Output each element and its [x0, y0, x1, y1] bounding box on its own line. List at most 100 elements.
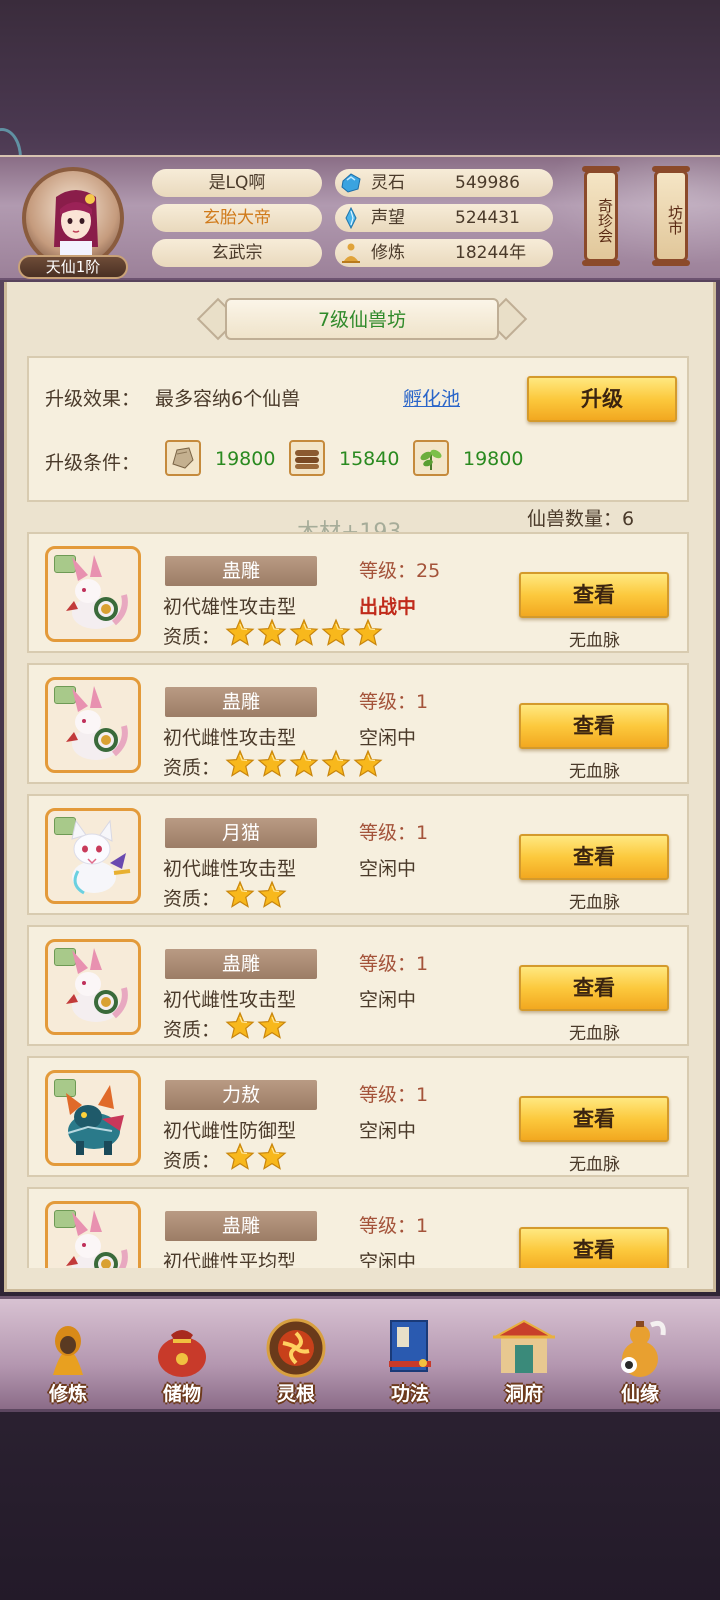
- beast-workshop-panel: 7级仙兽坊 升级效果： 最多容纳6个仙兽 孵化池 升级 升级条件： 19800 …: [4, 282, 716, 1292]
- stone-material-icon: [165, 440, 201, 476]
- pet-card[interactable]: 力敖 初代雌性防御型 资质： 等级：1 空闲中 查看 无血脉: [27, 1056, 689, 1177]
- nav-item-1[interactable]: 储物: [132, 1315, 232, 1411]
- pet-level: 等级：1: [359, 1084, 429, 1106]
- resource-value: 18244年: [455, 243, 527, 263]
- meditation-icon: [342, 243, 360, 263]
- panel-title: 7级仙兽坊: [225, 298, 499, 340]
- player-sect: 玄武宗: [152, 239, 322, 267]
- pet-card[interactable]: 蛊雕 初代雌性攻击型 资质： 等级：1 空闲中 查看 无血脉: [27, 925, 689, 1046]
- view-pet-button[interactable]: 查看: [519, 965, 669, 1011]
- nav-item-3[interactable]: 功法: [360, 1315, 460, 1411]
- pet-name: 蛊雕: [165, 556, 317, 586]
- nav-item-2[interactable]: 灵根: [246, 1315, 346, 1411]
- quality-stars: [225, 749, 385, 779]
- player-name: 是LQ啊: [152, 169, 322, 197]
- pet-status: 出战中: [359, 596, 417, 618]
- hooded-cultivator-icon: [33, 1315, 103, 1381]
- pet-status: 空闲中: [359, 989, 417, 1011]
- nav-item-0[interactable]: 修炼: [18, 1315, 118, 1411]
- pet-card[interactable]: 蛊雕 初代雌性攻击型 资质： 等级：1 空闲中 查看 无血脉: [27, 663, 689, 784]
- nav-label: 洞府: [504, 1383, 543, 1405]
- nav-label: 修炼: [48, 1383, 87, 1405]
- pet-card[interactable]: 蛊雕初代雌性平均型资质：等级：1空闲中查看: [27, 1187, 689, 1268]
- nav-label: 仙缘: [620, 1383, 659, 1405]
- bloodline-label: 无血脉: [569, 893, 620, 913]
- stone-material-amount: 19800: [215, 448, 276, 470]
- panel-title-banner: 7级仙兽坊: [196, 296, 528, 342]
- star-icon: [257, 880, 287, 910]
- quality-stars: [225, 1011, 289, 1041]
- technique-book-icon: [375, 1315, 445, 1381]
- spirit-root-orb-icon: [261, 1315, 331, 1381]
- pet-name: 力敖: [165, 1080, 317, 1110]
- upgrade-section: 升级效果： 最多容纳6个仙兽 孵化池 升级 升级条件： 19800 15840 …: [27, 356, 689, 502]
- gourd-fortune-icon: [605, 1315, 675, 1381]
- bloodline-label: 无血脉: [569, 762, 620, 782]
- pet-portrait[interactable]: [45, 939, 141, 1035]
- herb-material-amount: 19800: [463, 448, 524, 470]
- nav-item-4[interactable]: 洞府: [474, 1315, 574, 1411]
- star-icon: [321, 618, 351, 648]
- star-icon: [353, 749, 383, 779]
- upgrade-button[interactable]: 升级: [527, 376, 677, 422]
- resource-prestige: 声望 524431: [335, 204, 553, 232]
- view-pet-button[interactable]: 查看: [519, 572, 669, 618]
- star-icon: [289, 618, 319, 648]
- nav-item-5[interactable]: 仙缘: [590, 1315, 690, 1411]
- pet-portrait[interactable]: [45, 677, 141, 773]
- pet-portrait[interactable]: [45, 808, 141, 904]
- white-fox-beast-icon: [48, 551, 138, 639]
- wood-material-icon: [289, 440, 325, 476]
- view-pet-button[interactable]: 查看: [519, 1096, 669, 1142]
- view-pet-button[interactable]: 查看: [519, 703, 669, 749]
- pet-portrait[interactable]: [45, 1201, 141, 1268]
- view-pet-button[interactable]: 查看: [519, 1227, 669, 1268]
- rare-treasure-fair-button[interactable]: 奇珍会: [582, 166, 620, 266]
- armored-beast-icon: [48, 1075, 138, 1163]
- nav-label: 灵根: [276, 1383, 315, 1405]
- spirit-stone-icon: [341, 173, 361, 193]
- pet-name: 蛊雕: [165, 687, 317, 717]
- hatch-pool-link[interactable]: 孵化池: [403, 384, 460, 411]
- pet-status: 空闲中: [359, 1120, 417, 1142]
- star-icon: [225, 749, 255, 779]
- player-title: 玄胎大帝: [152, 204, 322, 232]
- resource-label: 声望: [371, 208, 405, 228]
- storage-bag-icon: [147, 1315, 217, 1381]
- pet-type: 初代雌性平均型: [163, 1251, 297, 1268]
- bloodline-label: 无血脉: [569, 631, 620, 651]
- pet-quality-label: 资质：: [163, 888, 221, 910]
- cave-mansion-icon: [489, 1315, 559, 1381]
- pet-list[interactable]: 蛊雕 初代雄性攻击型 资质： 等级：25 出战中 查看 无血脉 蛊雕 初代雌性攻击型 资质： 等级：…: [27, 532, 691, 1268]
- quality-stars: [225, 1142, 289, 1172]
- upgrade-condition-label: 升级条件：: [45, 452, 141, 474]
- white-fox-beast-icon: [48, 944, 138, 1032]
- star-icon: [225, 1011, 255, 1041]
- avatar-portrait: [22, 167, 124, 269]
- star-icon: [225, 618, 255, 648]
- player-avatar[interactable]: 天仙1阶: [18, 167, 128, 279]
- pet-level: 等级：25: [359, 560, 441, 582]
- pet-status: 空闲中: [359, 1251, 417, 1268]
- market-button[interactable]: 坊市: [652, 166, 690, 266]
- rank-badge: 天仙1阶: [18, 255, 128, 279]
- nav-label: 储物: [162, 1383, 201, 1405]
- quality-stars: [225, 880, 289, 910]
- pet-count: 仙兽数量：6: [527, 508, 635, 530]
- wood-material-amount: 15840: [339, 448, 400, 470]
- star-icon: [321, 749, 351, 779]
- view-pet-button[interactable]: 查看: [519, 834, 669, 880]
- pet-portrait[interactable]: [45, 1070, 141, 1166]
- star-icon: [225, 880, 255, 910]
- star-icon: [257, 749, 287, 779]
- resource-label: 修炼: [371, 243, 405, 263]
- quality-stars: [225, 618, 385, 648]
- pet-card[interactable]: 蛊雕 初代雄性攻击型 资质： 等级：25 出战中 查看 无血脉: [27, 532, 689, 653]
- pet-portrait[interactable]: [45, 546, 141, 642]
- resource-value: 524431: [455, 208, 520, 228]
- prestige-crystal-icon: [345, 206, 357, 230]
- pet-card[interactable]: 月猫 初代雌性攻击型 资质： 等级：1 空闲中 查看 无血脉: [27, 794, 689, 915]
- pet-type: 初代雌性攻击型: [163, 858, 297, 880]
- pet-level: 等级：1: [359, 822, 429, 844]
- pet-name: 蛊雕: [165, 1211, 317, 1241]
